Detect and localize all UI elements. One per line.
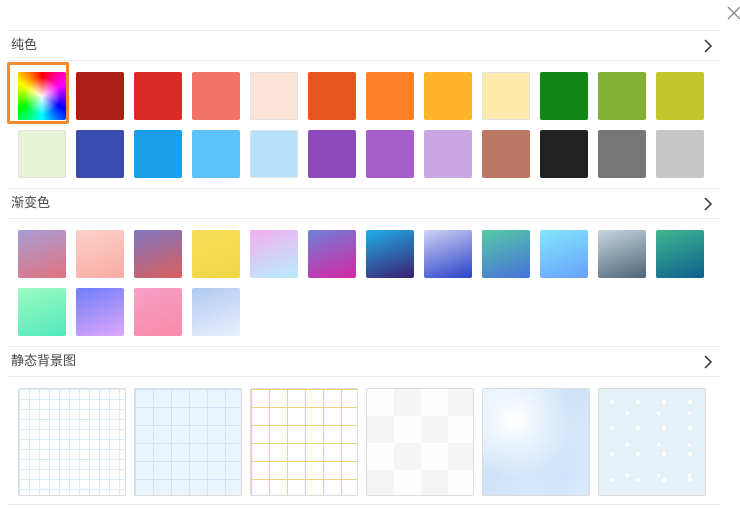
solid-color-swatch[interactable]	[308, 72, 356, 120]
solid-color-swatch[interactable]	[598, 130, 646, 178]
solid-color-swatch[interactable]	[540, 130, 588, 178]
section-title-solid: 纯色	[11, 38, 38, 53]
gradient-color-swatch[interactable]	[540, 230, 588, 278]
gradient-color-swatch[interactable]	[76, 288, 124, 336]
chevron-right-icon	[704, 355, 713, 369]
solid-color-swatch[interactable]	[366, 130, 414, 178]
divider	[8, 504, 720, 505]
gradient-color-swatch[interactable]	[366, 230, 414, 278]
solid-color-swatch[interactable]	[482, 130, 530, 178]
gradient-color-swatch[interactable]	[656, 230, 704, 278]
solid-color-swatch[interactable]	[424, 72, 472, 120]
chevron-right-icon	[704, 197, 713, 211]
solid-color-swatch[interactable]	[482, 72, 530, 120]
section-title-static-bg: 静态背景图	[11, 354, 77, 369]
chevron-right-icon	[704, 39, 713, 53]
solid-color-swatch[interactable]	[656, 72, 704, 120]
solid-color-swatch[interactable]	[76, 72, 124, 120]
solid-color-swatch[interactable]	[308, 130, 356, 178]
solid-color-swatch[interactable]	[134, 130, 182, 178]
gradient-color-swatch[interactable]	[134, 230, 182, 278]
solid-color-swatch[interactable]	[134, 72, 182, 120]
gradient-color-swatch[interactable]	[250, 230, 298, 278]
gradient-color-swatch[interactable]	[18, 230, 66, 278]
gradient-color-swatch[interactable]	[598, 230, 646, 278]
gradient-color-swatch[interactable]	[18, 288, 66, 336]
divider	[8, 188, 720, 189]
gradient-color-swatch[interactable]	[192, 288, 240, 336]
background-tile-light-checker-pattern[interactable]	[366, 388, 474, 496]
close-icon	[727, 6, 740, 20]
divider	[8, 346, 720, 347]
solid-color-swatch[interactable]	[192, 130, 240, 178]
background-tile-blue-grid-pattern[interactable]	[134, 388, 242, 496]
divider	[8, 60, 720, 61]
gradient-color-swatch[interactable]	[482, 230, 530, 278]
section-header-static-bg[interactable]: 静态背景图	[8, 349, 720, 375]
solid-color-swatch[interactable]	[366, 72, 414, 120]
background-tile-snow-dots-pattern[interactable]	[598, 388, 706, 496]
gradient-color-swatch[interactable]	[192, 230, 240, 278]
divider	[8, 376, 720, 377]
section-header-gradient[interactable]: 渐变色	[8, 191, 720, 217]
close-button[interactable]	[725, 4, 740, 24]
gradient-color-swatch[interactable]	[76, 230, 124, 278]
solid-color-swatch[interactable]	[424, 130, 472, 178]
gradient-color-swatch[interactable]	[424, 230, 472, 278]
section-title-gradient: 渐变色	[11, 196, 51, 211]
gradient-color-swatch[interactable]	[308, 230, 356, 278]
solid-color-swatch[interactable]	[250, 72, 298, 120]
background-tile-fine-grid-pattern[interactable]	[18, 388, 126, 496]
solid-color-swatch[interactable]	[250, 130, 298, 178]
background-tile-yellow-grid-pattern[interactable]	[250, 388, 358, 496]
gradient-color-swatch[interactable]	[134, 288, 182, 336]
solid-color-swatch[interactable]	[656, 130, 704, 178]
solid-color-swatch[interactable]	[76, 130, 124, 178]
solid-color-swatch[interactable]	[540, 72, 588, 120]
solid-color-swatch[interactable]	[192, 72, 240, 120]
solid-color-swatch[interactable]	[598, 72, 646, 120]
solid-color-swatch[interactable]	[18, 130, 66, 178]
divider	[8, 30, 720, 31]
custom-color-picker-swatch[interactable]	[18, 72, 66, 120]
background-tile-soft-blue-wave-pattern[interactable]	[482, 388, 590, 496]
section-header-solid[interactable]: 纯色	[8, 33, 720, 59]
divider	[8, 218, 720, 219]
